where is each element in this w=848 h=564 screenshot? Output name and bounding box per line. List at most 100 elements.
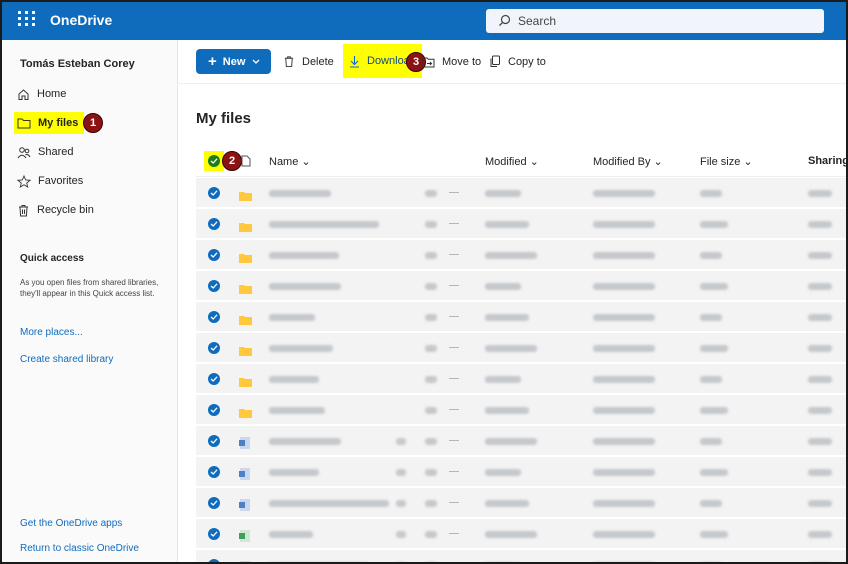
get-apps-link[interactable]: Get the OneDrive apps	[20, 518, 122, 529]
table-row[interactable]	[196, 550, 846, 562]
modified-date-obscured	[485, 500, 529, 507]
modified-by-obscured	[593, 221, 655, 228]
column-header-modified[interactable]: Modified ⌄	[485, 155, 539, 168]
folder-icon	[239, 374, 252, 392]
move-to-button[interactable]: Move to	[422, 49, 481, 74]
people-icon	[17, 146, 31, 158]
row-divider-mark	[449, 192, 459, 193]
row-checkbox[interactable]	[208, 559, 220, 562]
sidebar-item-favorites[interactable]: Favorites	[14, 170, 86, 192]
row-checkbox[interactable]	[208, 435, 220, 447]
search-box[interactable]: Search	[486, 9, 824, 33]
return-classic-link[interactable]: Return to classic OneDrive	[20, 543, 139, 554]
folder-icon	[17, 118, 31, 129]
sidebar-item-shared[interactable]: Shared	[14, 141, 76, 163]
row-checkbox[interactable]	[208, 249, 220, 261]
home-icon	[18, 88, 29, 100]
row-checkbox[interactable]	[208, 466, 220, 478]
row-checkbox[interactable]	[208, 187, 220, 199]
delete-button[interactable]: Delete	[283, 49, 334, 74]
modified-date-obscured	[485, 531, 537, 538]
more-places-link[interactable]: More places...	[20, 327, 83, 338]
sharing-status-obscured	[808, 221, 832, 228]
trash-icon	[19, 204, 28, 216]
chevron-down-icon: ⌄	[529, 156, 539, 168]
table-row[interactable]	[196, 457, 846, 487]
table-row[interactable]	[196, 395, 846, 425]
file-list-header: 2 Name ⌄ Modified ⌄ Modified By ⌄ File s…	[196, 145, 846, 177]
create-shared-library-link[interactable]: Create shared library	[20, 354, 113, 365]
column-label: Name	[269, 156, 299, 168]
delete-label: Delete	[302, 55, 334, 68]
row-checkbox[interactable]	[208, 497, 220, 509]
table-row[interactable]	[196, 209, 846, 239]
file-size-obscured	[700, 469, 728, 476]
table-row[interactable]	[196, 271, 846, 301]
table-row[interactable]	[196, 333, 846, 363]
row-divider-mark	[449, 378, 459, 379]
row-checkbox[interactable]	[208, 373, 220, 385]
copy-icon	[490, 55, 500, 67]
file-size-obscured	[700, 407, 728, 414]
row-checkbox[interactable]	[208, 528, 220, 540]
sidebar: Tomás Esteban Corey Home My files 1 Shar…	[2, 40, 178, 562]
table-row[interactable]	[196, 240, 846, 270]
column-label: File size	[700, 156, 741, 168]
modified-by-obscured	[593, 438, 655, 445]
sharing-status-obscured	[808, 345, 832, 352]
file-name-obscured	[269, 345, 333, 352]
sidebar-item-my-files[interactable]: My files	[14, 112, 85, 134]
search-icon	[499, 14, 511, 26]
star-icon	[17, 174, 31, 188]
row-divider-mark	[449, 440, 459, 441]
app-name[interactable]: OneDrive	[50, 12, 112, 28]
top-bar: OneDrive Search	[2, 2, 846, 40]
folder-icon	[239, 312, 252, 330]
column-header-modified-by[interactable]: Modified By ⌄	[593, 155, 663, 168]
app-launcher-icon[interactable]	[18, 11, 36, 29]
table-row[interactable]	[196, 302, 846, 332]
row-action-obscured	[425, 469, 437, 476]
modified-by-obscured	[593, 469, 655, 476]
row-action-obscured	[425, 500, 437, 507]
row-checkbox[interactable]	[208, 218, 220, 230]
table-row[interactable]	[196, 519, 846, 549]
column-header-sharing[interactable]: Sharing	[808, 155, 846, 167]
table-row[interactable]	[196, 364, 846, 394]
page-title: My files	[196, 110, 252, 127]
table-row[interactable]	[196, 426, 846, 456]
table-row[interactable]	[196, 178, 846, 208]
row-checkbox[interactable]	[208, 311, 220, 323]
checkmark-icon	[210, 158, 218, 164]
modified-date-obscured	[485, 252, 537, 259]
row-checkbox[interactable]	[208, 404, 220, 416]
table-row[interactable]	[196, 488, 846, 518]
file-name-obscured	[269, 407, 325, 414]
sidebar-item-recycle-bin[interactable]: Recycle bin	[14, 199, 97, 221]
checkmark-icon	[210, 190, 218, 196]
column-header-name[interactable]: Name ⌄	[269, 155, 311, 168]
new-button[interactable]: + New	[196, 49, 271, 74]
row-action-obscured	[425, 531, 437, 538]
file-size-obscured	[700, 376, 722, 383]
file-size-obscured	[700, 283, 728, 290]
checkmark-icon	[210, 531, 218, 537]
row-divider-mark	[449, 502, 459, 503]
checkmark-icon	[210, 376, 218, 382]
column-header-file-size[interactable]: File size ⌄	[700, 155, 753, 168]
modified-by-obscured	[593, 252, 655, 259]
chevron-down-icon: ⌄	[743, 156, 753, 168]
sharing-status-obscured	[808, 531, 832, 538]
modified-by-obscured	[593, 407, 655, 414]
checkmark-icon	[210, 345, 218, 351]
modified-date-obscured	[485, 221, 529, 228]
row-checkbox[interactable]	[208, 280, 220, 292]
quick-access-description: As you open files from shared libraries,…	[20, 278, 159, 298]
select-all-checkbox[interactable]	[208, 155, 220, 167]
modified-by-obscured	[593, 314, 655, 321]
row-action-obscured	[425, 407, 437, 414]
sidebar-item-home[interactable]: Home	[14, 83, 69, 105]
copy-to-button[interactable]: Copy to	[489, 49, 546, 74]
sharing-status-obscured	[808, 438, 832, 445]
row-checkbox[interactable]	[208, 342, 220, 354]
